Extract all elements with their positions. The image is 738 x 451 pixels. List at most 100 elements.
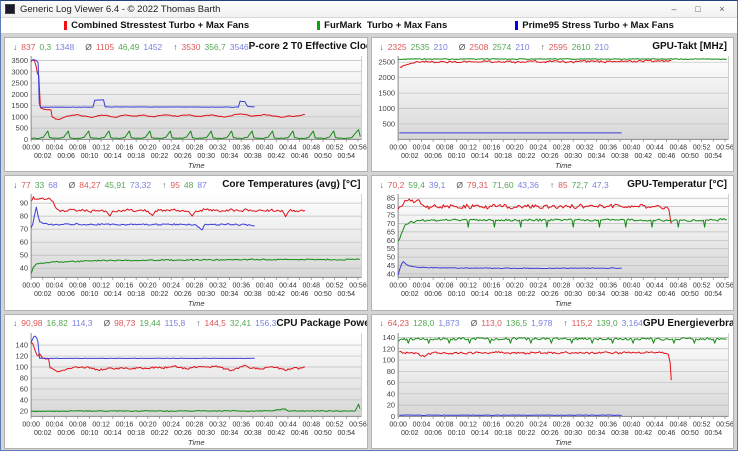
minimize-button[interactable]: – <box>663 3 685 16</box>
stat-value: 71,60 <box>492 180 513 190</box>
stat-value: 115,8 <box>165 318 186 328</box>
svg-text:00:14: 00:14 <box>104 430 122 437</box>
close-button[interactable]: × <box>711 3 733 16</box>
stat-value: 64,23 <box>388 318 409 328</box>
svg-text:00:44: 00:44 <box>646 283 664 290</box>
svg-text:00:32: 00:32 <box>576 144 594 151</box>
svg-text:00:38: 00:38 <box>244 153 262 160</box>
stat-symbol-icon: ↑ <box>540 42 544 52</box>
stat-value: 113,0 <box>481 318 502 328</box>
svg-text:00:50: 00:50 <box>314 291 332 298</box>
svg-text:00:48: 00:48 <box>302 421 320 428</box>
svg-text:00:42: 00:42 <box>267 430 285 437</box>
svg-text:00:46: 00:46 <box>291 153 309 160</box>
svg-text:00:52: 00:52 <box>692 283 710 290</box>
chart-plot[interactable]: 2040608010012014000:0000:0200:0400:0600:… <box>5 330 367 448</box>
stat-group: ↓70,259,439,1 <box>380 180 446 190</box>
stat-value: 95 <box>170 180 179 190</box>
svg-text:00:02: 00:02 <box>401 291 419 298</box>
stat-value: 2325 <box>388 42 407 52</box>
svg-text:Time: Time <box>188 299 205 308</box>
stat-value: 77 <box>21 180 30 190</box>
svg-text:70: 70 <box>386 219 394 228</box>
svg-text:00:34: 00:34 <box>587 291 605 298</box>
svg-text:00:52: 00:52 <box>326 144 344 151</box>
svg-text:00:12: 00:12 <box>92 144 110 151</box>
svg-text:00:16: 00:16 <box>116 283 134 290</box>
svg-text:00:14: 00:14 <box>471 153 489 160</box>
stat-value: 114,3 <box>72 318 93 328</box>
stat-symbol-icon: ↓ <box>13 318 17 328</box>
stat-value: 2610 <box>572 42 591 52</box>
stat-value: 2508 <box>469 42 488 52</box>
svg-text:00:48: 00:48 <box>669 283 687 290</box>
svg-text:00:26: 00:26 <box>174 153 192 160</box>
svg-text:00:44: 00:44 <box>646 144 664 151</box>
stat-value: 39,1 <box>429 180 446 190</box>
svg-text:00:38: 00:38 <box>611 291 629 298</box>
stat-value: 837 <box>21 42 35 52</box>
chart-plot[interactable]: 500100015002000250000:0000:0200:0400:060… <box>372 53 734 171</box>
stat-value: 90,98 <box>21 318 42 328</box>
svg-text:00:18: 00:18 <box>494 153 512 160</box>
stat-group: ↑8572,747,3 <box>550 180 609 190</box>
maximize-button[interactable]: □ <box>687 3 709 16</box>
svg-text:00:22: 00:22 <box>517 291 535 298</box>
svg-text:45: 45 <box>386 262 394 271</box>
svg-text:00:46: 00:46 <box>657 153 675 160</box>
svg-text:00:00: 00:00 <box>389 283 407 290</box>
svg-text:00:08: 00:08 <box>436 283 454 290</box>
svg-text:00:54: 00:54 <box>704 430 722 437</box>
stat-value: 98,73 <box>114 318 135 328</box>
stat-value: 139,0 <box>596 318 617 328</box>
svg-text:00:04: 00:04 <box>46 421 64 428</box>
stat-value: 16,82 <box>47 318 68 328</box>
chart-title: GPU-Takt [MHz] <box>652 41 727 52</box>
svg-text:00:56: 00:56 <box>349 421 366 428</box>
svg-text:00:36: 00:36 <box>232 144 250 151</box>
stat-value: 210 <box>434 42 448 52</box>
svg-text:00:10: 00:10 <box>81 430 99 437</box>
svg-text:00:34: 00:34 <box>587 153 605 160</box>
svg-text:00:46: 00:46 <box>291 291 309 298</box>
stat-value: 47,3 <box>592 180 609 190</box>
chart-plot[interactable]: 050010001500200025003000350000:0000:0200… <box>5 53 367 171</box>
stat-symbol-icon: ↓ <box>13 180 17 190</box>
svg-text:00:50: 00:50 <box>681 430 699 437</box>
stat-symbol-icon: ↑ <box>162 180 166 190</box>
stat-value: 2535 <box>411 42 430 52</box>
stat-group: ↑115,2139,03,164 <box>563 318 642 328</box>
chart-plot[interactable]: 40506070809000:0000:0200:0400:0600:0800:… <box>5 191 367 309</box>
svg-text:00:36: 00:36 <box>599 144 617 151</box>
stat-group: ↓773368 <box>13 180 58 190</box>
svg-text:00:42: 00:42 <box>267 153 285 160</box>
svg-text:00:16: 00:16 <box>482 421 500 428</box>
svg-text:00:52: 00:52 <box>326 421 344 428</box>
svg-text:80: 80 <box>386 367 394 376</box>
svg-text:00:20: 00:20 <box>139 421 157 428</box>
svg-text:00:12: 00:12 <box>459 144 477 151</box>
svg-text:00:10: 00:10 <box>447 430 465 437</box>
svg-text:40: 40 <box>386 270 394 279</box>
svg-text:Time: Time <box>188 438 205 447</box>
chart-plot[interactable]: 4045505560657075808500:0000:0200:0400:06… <box>372 191 734 309</box>
chart-panel: ↓64,23128,01,873Ø113,0136,51,978↑115,213… <box>371 314 735 449</box>
chart-panel: ↓773368Ø84,2745,9173,32↑954887 Core Temp… <box>4 175 368 310</box>
svg-text:00:36: 00:36 <box>232 283 250 290</box>
chart-stats: ↓23252535210Ø25082574210↑25952610210 <box>380 42 609 52</box>
chart-header: ↓8370,31348Ø110546,491452↑3530356,73546 … <box>5 38 367 53</box>
legend-label: FurMark Turbo + Max Fans <box>324 20 447 31</box>
stat-value: 144,5 <box>205 318 226 328</box>
legend-item-furmark: FurMark Turbo + Max Fans <box>317 20 447 31</box>
svg-text:00:22: 00:22 <box>151 430 169 437</box>
legend-bar: Combined Stresstest Turbo + Max Fans Fur… <box>1 18 737 34</box>
svg-text:00:00: 00:00 <box>22 283 40 290</box>
stat-symbol-icon: ↑ <box>173 42 177 52</box>
svg-text:00:26: 00:26 <box>541 291 559 298</box>
stat-value: 210 <box>595 42 609 52</box>
chart-plot[interactable]: 02040608010012014000:0000:0200:0400:0600… <box>372 330 734 448</box>
svg-text:00:36: 00:36 <box>599 421 617 428</box>
chart-title: CPU Package Power [W] <box>276 318 367 329</box>
svg-text:00:28: 00:28 <box>186 283 204 290</box>
stat-value: 68 <box>48 180 57 190</box>
